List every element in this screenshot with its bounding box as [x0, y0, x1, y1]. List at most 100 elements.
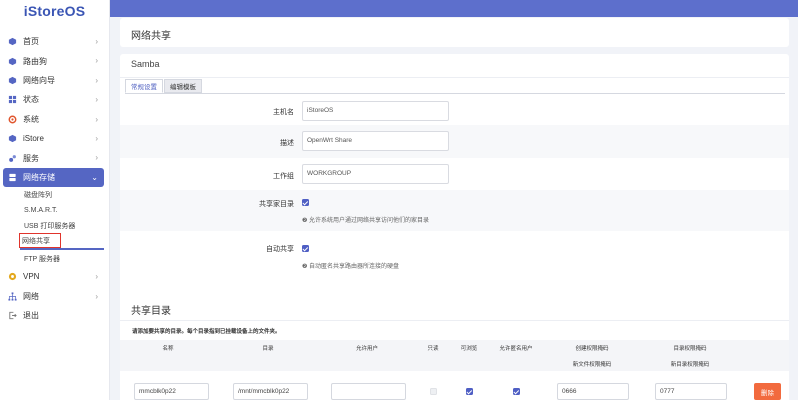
submenu-item-raid[interactable]: 磁盘阵列 — [20, 187, 104, 202]
status-icon — [8, 96, 17, 104]
col-subheader-dir-mask: 新目录权限掩码 — [670, 362, 710, 368]
sidebar-item-status[interactable]: 状态 › — [3, 90, 104, 109]
system-gear-icon — [8, 115, 17, 124]
share-path-input[interactable]: /mnt/mmcblk0p22 — [233, 383, 308, 400]
share-users-input[interactable] — [331, 383, 406, 400]
istore-icon — [8, 135, 17, 143]
col-header-readonly: 只读 — [427, 346, 439, 352]
readonly-checkbox[interactable] — [430, 388, 437, 395]
tab-underline — [125, 93, 785, 94]
col-header-browseable: 可浏览 — [460, 346, 478, 352]
col-header-create-mask: 创建权限掩码 — [575, 346, 609, 352]
workgroup-label: 工作组 — [273, 173, 294, 180]
col-header-users: 允许用户 — [355, 346, 379, 352]
sidebar: iStoreOS 首页 › 路由狗 › 网络向导 › 状态 › 系统 › iSt… — [0, 0, 110, 400]
top-header-band — [110, 0, 798, 17]
share-table-header: 名称 目录 允许用户 只读 可浏览 允许匿名用户 创建权限掩码 新文件权限掩码 … — [120, 340, 789, 371]
sidebar-item-label: 服务 — [23, 153, 39, 163]
sidebar-item-label: 状态 — [23, 95, 39, 105]
col-header-guest: 允许匿名用户 — [499, 346, 533, 352]
service-icon — [9, 154, 16, 162]
sidebar-item-label: VPN — [23, 272, 40, 282]
network-icon — [8, 292, 17, 301]
sidebar-item-system[interactable]: 系统 › — [3, 110, 104, 129]
share-homes-label: 共享家目录 — [259, 201, 294, 208]
home-icon — [8, 38, 17, 46]
sidebar-item-vpn[interactable]: VPN › — [3, 267, 104, 286]
form-row-description: 描述 OpenWrt Share — [120, 125, 789, 158]
browseable-checkbox[interactable] — [466, 388, 473, 395]
hostname-input[interactable]: iStoreOS — [302, 101, 449, 121]
sidebar-item-network-wizard[interactable]: 网络向导 › — [3, 71, 104, 90]
sidebar-item-label: 网络向导 — [23, 75, 55, 85]
sidebar-item-logout[interactable]: 退出 — [3, 306, 104, 325]
workgroup-input[interactable]: WORKGROUP — [302, 164, 449, 184]
col-header-path: 目录 — [262, 346, 274, 352]
dog-icon — [8, 57, 17, 65]
sidebar-item-label: 系统 — [23, 114, 39, 124]
divider — [120, 77, 789, 78]
sidebar-item-istore[interactable]: iStore › — [3, 129, 104, 148]
submenu-item-usb-print[interactable]: USB 打印服务器 — [20, 218, 104, 233]
form-row-hostname: 主机名 iStoreOS — [120, 98, 789, 125]
share-name-input[interactable]: mmcblk0p22 — [134, 383, 209, 400]
sidebar-item-label: 退出 — [23, 311, 39, 321]
sidebar-item-services[interactable]: 服务 › — [3, 148, 104, 167]
chevron-right-icon: › — [95, 75, 98, 85]
chevron-right-icon: › — [95, 114, 98, 124]
auto-share-hint: ❷ 自动匿名共享路由器所连接的硬盘 — [302, 264, 400, 270]
delete-button[interactable]: 删除 — [754, 383, 781, 400]
active-underline — [20, 248, 104, 250]
sidebar-item-network[interactable]: 网络 › — [3, 287, 104, 306]
chevron-down-icon: ⌄ — [91, 172, 98, 182]
chevron-right-icon: › — [95, 37, 98, 46]
samba-card: Samba 常规设置 编辑模板 主机名 iStoreOS 描述 OpenWrt … — [120, 54, 789, 305]
page-title-card: 网络共享 — [120, 18, 789, 47]
auto-share-label: 自动共享 — [266, 246, 294, 253]
page-title: 网络共享 — [131, 31, 171, 42]
form-row-workgroup: 工作组 WORKGROUP — [120, 158, 789, 190]
chevron-right-icon: › — [95, 133, 98, 143]
share-dirs-note: 请添加要共享的目录。每个目录指到已挂载设备上的文件夹。 — [132, 329, 281, 335]
share-homes-checkbox[interactable] — [302, 199, 309, 206]
storage-icon — [9, 173, 16, 182]
divider — [120, 320, 789, 321]
col-subheader-create-mask: 新文件权限掩码 — [572, 362, 612, 368]
vpn-icon — [8, 273, 17, 281]
submenu-item-ftp[interactable]: FTP 服务器 — [20, 252, 104, 267]
logout-icon — [9, 312, 17, 320]
auto-share-checkbox[interactable] — [302, 245, 309, 252]
sidebar-item-label: 首页 — [23, 37, 39, 47]
samba-tabs: 常规设置 编辑模板 — [125, 79, 203, 93]
sidebar-item-network-storage[interactable]: 网络存储 ⌄ — [3, 167, 104, 188]
storage-submenu: 磁盘阵列 S.M.A.R.T. USB 打印服务器 网络共享 FTP 服务器 — [3, 187, 104, 267]
share-homes-hint: ❷ 允许系统用户通过网络共享访问他们的家目录 — [302, 218, 430, 224]
form-row-auto-share: 自动共享 ❷ 自动匿名共享路由器所连接的硬盘 — [120, 231, 789, 276]
tab-edit-template[interactable]: 编辑模板 — [164, 79, 202, 93]
hostname-label: 主机名 — [273, 109, 294, 116]
logo: iStoreOS — [23, 3, 86, 19]
samba-section-title: Samba — [131, 59, 160, 69]
guest-checkbox[interactable] — [513, 388, 520, 395]
sidebar-item-router-dog[interactable]: 路由狗 › — [3, 51, 104, 70]
submenu-item-smart[interactable]: S.M.A.R.T. — [20, 203, 104, 218]
sidebar-item-label: 网络存储 — [23, 172, 55, 182]
form-row-share-homes: 共享家目录 ❷ 允许系统用户通过网络共享访问他们的家目录 — [120, 190, 789, 231]
wizard-icon — [8, 76, 17, 85]
chevron-right-icon: › — [95, 95, 98, 105]
tab-general-settings[interactable]: 常规设置 — [125, 79, 163, 93]
description-input[interactable]: OpenWrt Share — [302, 131, 449, 151]
chevron-right-icon: › — [95, 56, 98, 66]
col-header-dir-mask: 目录权限掩码 — [673, 346, 707, 352]
sidebar-nav: 首页 › 路由狗 › 网络向导 › 状态 › 系统 › iStore › 服务 … — [0, 32, 109, 325]
create-mask-input[interactable]: 0666 — [557, 383, 629, 400]
submenu-item-network-share[interactable]: 网络共享 — [19, 233, 61, 249]
share-dirs-title: 共享目录 — [131, 306, 171, 317]
sidebar-item-label: 路由狗 — [23, 56, 47, 66]
sidebar-item-home[interactable]: 首页 › — [3, 32, 104, 51]
chevron-right-icon: › — [95, 153, 98, 163]
dir-mask-input[interactable]: 0777 — [655, 383, 727, 400]
col-header-name: 名称 — [162, 346, 174, 352]
description-label: 描述 — [280, 140, 294, 147]
chevron-right-icon: › — [95, 272, 98, 282]
